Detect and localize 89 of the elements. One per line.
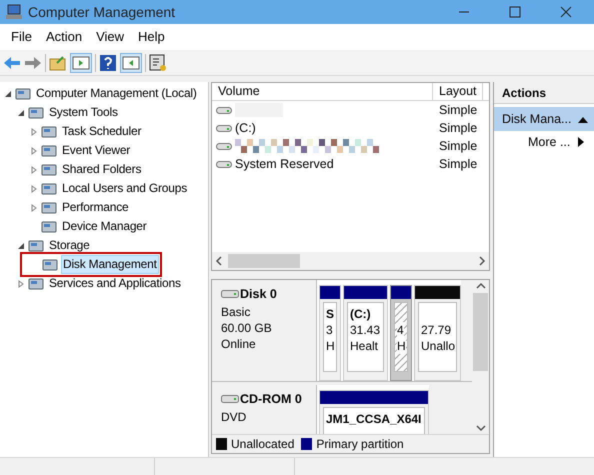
disk-info: Online — [221, 336, 257, 352]
partition[interactable]: 27.79 Unallo — [414, 285, 461, 381]
expand-arrow-icon[interactable] — [17, 280, 25, 288]
tree-item[interactable]: Local Users and Groups — [60, 179, 189, 198]
disk-name: CD-ROM 0 — [240, 391, 302, 408]
tree-item[interactable]: Computer Management (Local) — [34, 84, 199, 103]
window-title: Computer Management — [28, 2, 176, 22]
actions-section-header[interactable]: Disk Mana... — [494, 107, 594, 131]
menu-item[interactable]: Help — [131, 27, 172, 47]
partition-text: H — [326, 338, 335, 354]
partition-text: 4 — [397, 322, 404, 338]
panel-icon[interactable] — [70, 52, 92, 72]
tree-item[interactable]: Device Manager — [60, 217, 149, 236]
node-icon — [41, 124, 57, 140]
submenu-arrow-icon — [578, 137, 584, 147]
node-icon — [28, 104, 44, 120]
drive-name[interactable]: (C:) — [235, 118, 256, 138]
collapse-arrow-icon[interactable] — [17, 108, 25, 116]
expand-arrow-icon[interactable] — [30, 146, 38, 154]
partition[interactable]: S 3 H — [319, 285, 341, 381]
tree-item[interactable]: Performance — [60, 198, 130, 217]
table-cell-text: Simple — [438, 138, 478, 155]
vertical-scrollbar[interactable] — [472, 280, 489, 434]
horizontal-scrollbar[interactable] — [212, 252, 489, 270]
column-header[interactable]: Volume — [212, 83, 433, 100]
partition[interactable]: JM1_CCSA_X64I — [319, 390, 429, 434]
legend-label: Unallocated — [231, 436, 294, 453]
expand-arrow-icon[interactable] — [30, 204, 38, 212]
node-icon — [28, 276, 44, 292]
menu-item[interactable]: Action — [38, 27, 90, 47]
partition-text: 3 — [326, 322, 333, 338]
column-header[interactable]: Layout — [433, 83, 483, 100]
back-icon[interactable] — [3, 56, 21, 70]
partition-text: H — [397, 338, 406, 354]
node-icon — [41, 200, 57, 216]
node-icon — [42, 256, 58, 272]
forward-icon[interactable] — [24, 56, 42, 70]
partition[interactable]: (C:) 31.43 Healt — [343, 285, 388, 381]
drive-name[interactable]: System Reserved — [235, 154, 334, 174]
disk-info: Basic — [221, 304, 252, 320]
node-icon — [41, 142, 57, 158]
maximize-icon[interactable] — [509, 6, 521, 18]
partition-text: (C:) — [350, 306, 371, 322]
tree-item[interactable]: Storage — [47, 236, 92, 255]
app-icon — [5, 4, 23, 20]
drive-icon — [216, 141, 232, 151]
expand-arrow-icon[interactable] — [30, 128, 38, 136]
legend-label: Primary partition — [316, 436, 404, 453]
tree-item[interactable]: Services and Applications — [47, 274, 183, 293]
properties-icon[interactable] — [149, 54, 167, 72]
node-icon — [41, 218, 57, 234]
menu-item[interactable]: File — [4, 27, 39, 47]
menu-item[interactable]: View — [89, 27, 132, 47]
node-icon — [15, 86, 31, 102]
tree-item[interactable]: System Tools — [47, 103, 120, 122]
table-cell-text: Simple — [438, 120, 478, 137]
panel-icon[interactable] — [120, 52, 142, 72]
node-icon — [41, 162, 57, 178]
node-icon — [28, 238, 44, 254]
collapse-arrow-icon[interactable] — [4, 90, 12, 98]
disk-name: Disk 0 — [240, 286, 277, 303]
tree-item[interactable]: Disk Management — [61, 255, 159, 274]
actions-title: Actions — [494, 82, 594, 104]
partition-text: JM1_CCSA_X64I — [326, 411, 422, 427]
help-icon[interactable] — [99, 54, 117, 72]
collapse-arrow-icon[interactable] — [578, 116, 588, 122]
node-icon — [41, 180, 57, 196]
disk-info: 60.00 GB — [221, 320, 273, 336]
partition-text: S — [326, 306, 334, 322]
tree-item[interactable]: Shared Folders — [60, 160, 144, 179]
disk-info: DVD — [221, 408, 248, 425]
partition-text: Unallo — [421, 338, 456, 354]
folder-icon[interactable] — [49, 54, 67, 70]
table-cell-text: Simple — [438, 102, 478, 119]
collapse-arrow-icon[interactable] — [17, 242, 25, 250]
partition[interactable]: 4 H — [390, 285, 412, 381]
expand-arrow-icon[interactable] — [30, 184, 38, 192]
drive-icon — [216, 159, 232, 169]
partition-text: 31.43 — [350, 322, 380, 338]
tree-item[interactable]: Task Scheduler — [60, 122, 144, 141]
partition-text: Healt — [350, 338, 378, 354]
drive-icon — [216, 123, 232, 133]
expand-arrow-icon[interactable] — [30, 166, 38, 174]
action-link[interactable]: More ... — [494, 131, 594, 153]
tree-item[interactable]: Event Viewer — [60, 141, 132, 160]
close-icon[interactable] — [560, 6, 572, 18]
drive-icon — [216, 105, 232, 115]
table-cell-text: Simple — [438, 156, 478, 173]
partition-text: 27.79 — [421, 322, 452, 338]
